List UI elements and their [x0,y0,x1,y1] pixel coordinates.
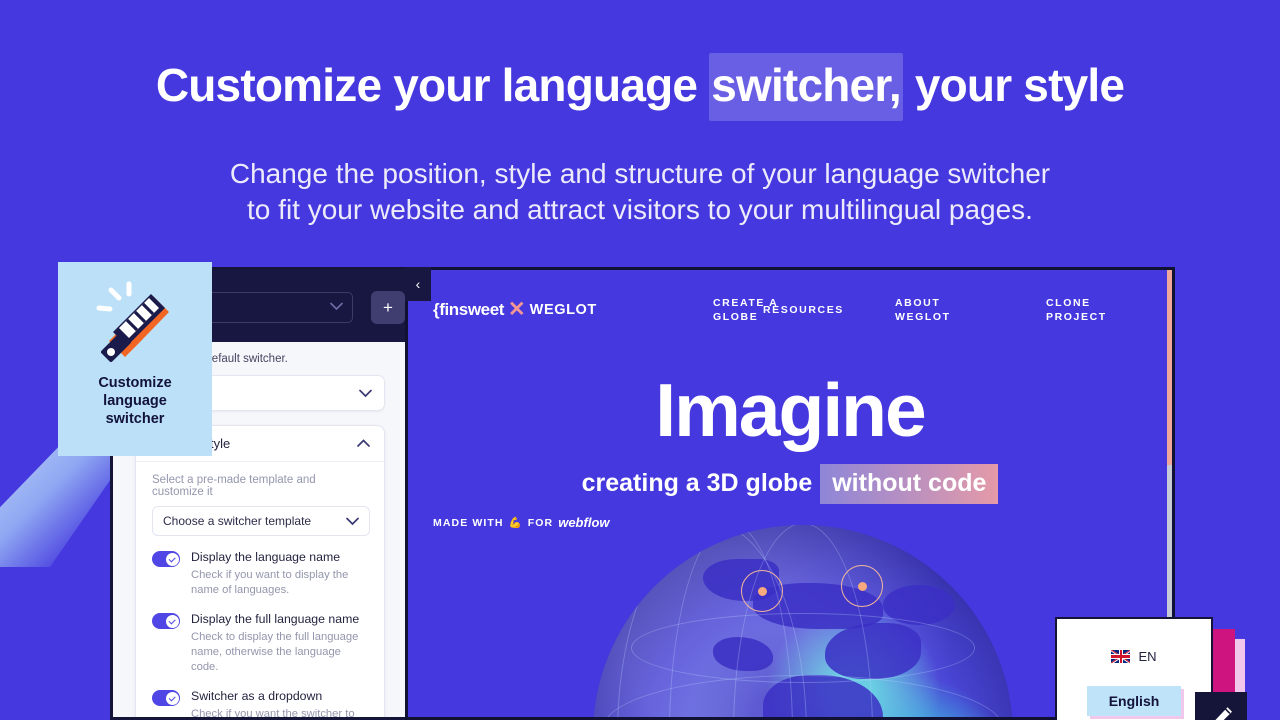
chevron-down-icon [359,389,372,397]
template-select[interactable]: Choose a switcher template [152,506,370,536]
logo-weglot: WEGLOT [529,301,597,318]
toggle-row: Display the language name Check if you w… [152,550,370,598]
toggle-description: Check if you want the switcher to show a… [191,708,355,720]
nav-line-2: PROJECT [1046,311,1107,323]
switcher-styles-card: EN English English English [1055,617,1213,720]
template-hint: Select a pre-made template and customize… [152,474,316,498]
browser-scrollbar-thumb[interactable] [1167,270,1172,465]
toggle-title: Display the full language name [191,612,360,626]
logo-finsweet: {finsweet [433,299,505,319]
badge-line-1: Customize [98,375,172,391]
hero-subtitle: creating a 3D globe without code [408,464,1172,504]
toggle-title: Switcher as a dropdown [191,689,323,703]
nav-item-about-weglot[interactable]: ABOUT WEGLOT [895,296,951,324]
toggle-knob [165,552,179,566]
muscle-icon: 💪 [508,517,523,529]
logo-x-icon: ✕ [508,298,526,321]
badge-line-2: language [103,393,167,409]
made-with-credit: MADE WITH 💪 FOR webflow [433,515,610,530]
nav-line-2: WEGLOT [895,311,951,323]
nav-line-1: CLONE [1046,297,1091,309]
site-navbar: {finsweet ✕ WEGLOT CREATE A GLOBE RESOUR… [408,270,1172,338]
badge-line-3: switcher [105,411,165,427]
toggle-text: Switcher as a dropdown Check if you want… [191,689,370,720]
switcher-style-body: Select a pre-made template and customize… [136,462,384,720]
toggle-switcher-as-dropdown[interactable] [152,690,180,706]
toggle-knob [165,614,179,628]
hero-title: Imagine [655,368,926,452]
nav-line-1: ABOUT [895,297,941,309]
pencil-icon [1215,707,1232,720]
toggle-knob [165,691,179,705]
customize-language-switcher-badge: Customize language switcher [58,262,212,456]
toggle-description: Check to display the full language name,… [191,631,359,673]
paintbrush-icon [96,281,169,362]
toggle-display-language-name[interactable] [152,551,180,567]
made-with-prefix: MADE WITH [433,516,504,529]
toggle-display-full-language-name[interactable] [152,613,180,629]
subheadline: Change the position, style and structure… [0,156,1280,228]
toggle-text: Display the language name Check if you w… [191,550,370,598]
toggle-title: Display the language name [191,550,341,564]
made-with-brand: webflow [558,515,610,530]
switcher-option-highlight[interactable]: English [1086,686,1182,716]
globe-marker [741,570,783,612]
hero-subtitle-highlight: without code [820,464,999,504]
add-button[interactable]: + [371,291,405,324]
nav-item-clone-project[interactable]: CLONE PROJECT [1046,296,1107,324]
chevron-down-icon [330,302,343,311]
back-button[interactable]: ‹ [405,267,431,301]
headline-part-1: Customize your language [155,59,710,111]
site-logo[interactable]: {finsweet ✕ WEGLOT [433,297,597,322]
template-select-value: Choose a switcher template [163,514,312,528]
toggle-row: Switcher as a dropdown Check if you want… [152,689,370,720]
subheadline-line-2: to fit your website and attract visitors… [247,194,1033,225]
chevron-down-icon [346,517,359,525]
page-title: Customize your language switcher, your s… [155,53,1125,121]
headline-block: Customize your language switcher, your s… [0,53,1280,121]
globe-graphic [593,525,1013,717]
edit-switcher-button[interactable] [1195,692,1247,720]
toggle-description: Check if you want to display the name of… [191,569,349,596]
subheadline-line-1: Change the position, style and structure… [229,158,1051,189]
made-with-mid: FOR [527,516,554,529]
chevron-up-icon [357,439,370,447]
globe-marker [841,565,883,607]
uk-flag-icon [1111,650,1131,663]
headline-part-2: your style [902,59,1125,111]
hero-subtitle-plain: creating a 3D globe [581,469,813,497]
switcher-style-card: Switcher style Select a pre-made templat… [135,425,385,720]
toggle-row: Display the full language name Check to … [152,612,370,675]
headline-highlight: switcher, [709,53,903,121]
nav-line-1: RESOURCES [763,304,844,316]
switcher-option-flag[interactable]: EN [1111,649,1157,664]
switcher-code-label: EN [1138,649,1157,664]
nav-item-resources[interactable]: RESOURCES [763,303,844,317]
toggle-text: Display the full language name Check to … [191,612,370,675]
